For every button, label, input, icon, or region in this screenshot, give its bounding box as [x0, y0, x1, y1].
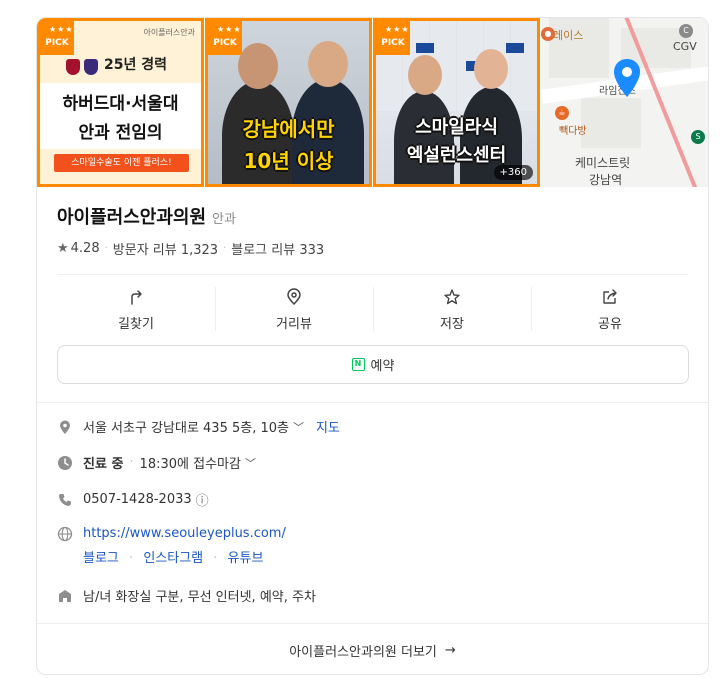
map-label: 빽다방 [559, 126, 587, 137]
phone-icon [59, 493, 71, 506]
photo-strip: ★★★ PICK 아이플러스안과 25년 경력 하버드대·서울대 안과 전임의 스… [37, 18, 708, 187]
directions-button[interactable]: 길찾기 [57, 286, 215, 332]
place-title: 아이플러스안과의원 안과 [57, 203, 236, 229]
divider [57, 274, 688, 275]
clinic-logo-text: 아이플러스안과 [143, 28, 195, 37]
map-link[interactable]: 지도 [316, 417, 340, 436]
cafe-icon: ☕ [555, 106, 569, 120]
pick-badge: ★★★ PICK [40, 21, 74, 55]
amenities-text: 남/녀 화장실 구분, 무선 인터넷, 예약, 주차 [83, 590, 316, 605]
street-view-button[interactable]: 거리뷰 [215, 286, 373, 332]
photo-caption-line1: 스마일라식 [415, 117, 498, 138]
location-icon [60, 420, 70, 434]
arrow-right-icon: → [444, 642, 456, 658]
place-name[interactable]: 아이플러스안과의원 [57, 203, 206, 229]
location-pin-icon [287, 288, 301, 306]
action-bar: 길찾기 거리뷰 저장 공유 [57, 286, 689, 332]
cgv-icon: C [679, 24, 693, 38]
phone-number[interactable]: 0507-1428-2033 [83, 492, 192, 507]
save-button[interactable]: 저장 [373, 286, 531, 332]
instagram-link[interactable]: 인스타그램 [143, 551, 203, 566]
photo-tagline: 스마일수술도 이젠 플러스! [54, 154, 189, 172]
career-years: 25년 경력 [104, 57, 167, 73]
more-details-button[interactable]: 아이플러스안과의원 더보기 → [37, 624, 708, 674]
website-link[interactable]: https://www.seouleyeplus.com/ [83, 526, 286, 541]
star-icon [444, 289, 460, 305]
amenities-row: 남/녀 화장실 구분, 무선 인터넷, 예약, 주차 [57, 586, 316, 605]
pick-badge: ★★★ PICK [376, 21, 410, 55]
location-pin-icon [614, 59, 640, 97]
visitor-reviews-link[interactable]: 방문자 리뷰 1,323 [113, 239, 218, 258]
address-row: 서울 서초구 강남대로 435 5층, 10층 ﹀ 지도 [57, 417, 340, 436]
blog-link[interactable]: 블로그 [83, 551, 119, 566]
university-crests [66, 59, 98, 75]
map-label: 레이스 [553, 29, 584, 42]
doctor-figure [394, 91, 454, 184]
naver-booking-icon: N [351, 358, 365, 371]
clock-icon [58, 455, 72, 470]
station-label: 강남역 [589, 173, 623, 187]
globe-icon [57, 526, 73, 542]
reserve-button[interactable]: N 예약 [57, 345, 689, 384]
business-status: 진료 중 [83, 457, 124, 472]
pick-badge: ★★★ PICK [208, 21, 242, 55]
address-text: 서울 서초구 강남대로 435 5층, 10층 [83, 421, 289, 436]
photo-caption-line2: 10년 이상 [243, 149, 334, 173]
rating-value: 4.28 [70, 241, 100, 256]
share-icon [603, 289, 617, 304]
chevron-down-icon[interactable]: ﹀ [293, 419, 304, 435]
star-icon: ★ [57, 241, 69, 256]
map-thumbnail[interactable]: 레이스 ● C CGV 라임진즈 ☕ 빽다방 S 케미스트릿 강남역 [541, 18, 708, 187]
starbucks-icon: S [691, 130, 705, 144]
phone-row: 0507-1428-2033 ⓘ [57, 490, 209, 509]
info-icon[interactable]: ⓘ [196, 490, 209, 509]
photo-thumbnail-1[interactable]: ★★★ PICK 아이플러스안과 25년 경력 하버드대·서울대 안과 전임의 스… [37, 18, 204, 187]
photo-caption-line1: 강남에서만 [242, 117, 335, 141]
photo-thumbnail-3[interactable]: ★★★ PICK 스마일라식 엑설런스센터 +360 [373, 18, 540, 187]
review-stats: ★ 4.28 · 방문자 리뷰 1,323 · 블로그 리뷰 333 [57, 239, 325, 258]
youtube-link[interactable]: 유튜브 [228, 551, 264, 566]
photo-headline: 하버드대·서울대 안과 전임의 [40, 83, 201, 149]
share-button[interactable]: 공유 [531, 286, 689, 332]
place-category: 안과 [212, 212, 236, 227]
social-links: 블로그 · 인스타그램 · 유튜브 [83, 551, 264, 566]
section-divider [37, 402, 708, 403]
map-label: CGV [673, 40, 697, 53]
website-row: https://www.seouleyeplus.com/ 블로그 · 인스타그… [57, 526, 286, 566]
more-photos-count[interactable]: +360 [493, 165, 533, 180]
hours-row: 진료 중 · 18:30에 접수마감 ﹀ [57, 453, 256, 472]
map-poi-icon: ● [541, 27, 555, 41]
photo-caption-line2: 엑설런스센터 [406, 145, 507, 166]
chevron-down-icon[interactable]: ﹀ [245, 455, 256, 471]
building-icon [59, 589, 71, 602]
directions-icon [131, 290, 142, 305]
place-card: ★★★ PICK 아이플러스안과 25년 경력 하버드대·서울대 안과 전임의 스… [36, 17, 709, 675]
photo-thumbnail-2[interactable]: ★★★ PICK 강남에서만 10년 이상 [205, 18, 372, 187]
station-label: 케미스트릿 [575, 156, 631, 170]
blog-reviews-link[interactable]: 블로그 리뷰 333 [231, 239, 324, 258]
hours-detail: 18:30에 접수마감 [139, 457, 241, 472]
